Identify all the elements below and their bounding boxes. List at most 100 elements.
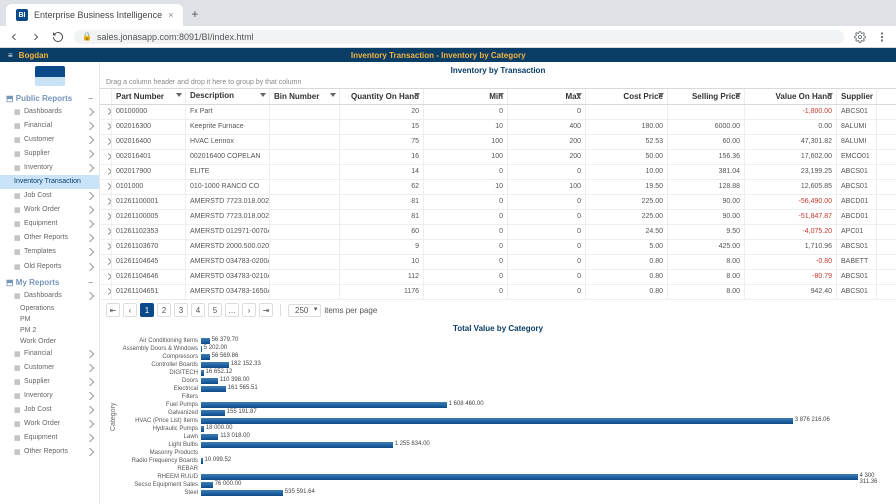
- table-row[interactable]: 01261103670AMERSTD 2000.500.020 CERAMIX …: [100, 240, 896, 255]
- sidebar-item-job-cost-my[interactable]: ▦Job Cost: [0, 403, 99, 417]
- filter-icon[interactable]: [658, 93, 664, 97]
- sidebar-sub-operations[interactable]: Operations: [0, 303, 99, 314]
- table-row[interactable]: 01261104645AMERSTD 034783-0200A BOLT CAP…: [100, 255, 896, 270]
- col-part-number[interactable]: Part Number: [112, 89, 186, 104]
- col-description[interactable]: Description: [186, 89, 270, 104]
- chart-bar[interactable]: Secso Equipment Sales76 000.00: [119, 481, 888, 489]
- expand-icon[interactable]: [100, 210, 112, 224]
- sidebar-sub-pm[interactable]: PM: [0, 314, 99, 325]
- expand-icon[interactable]: [100, 165, 112, 179]
- filter-icon[interactable]: [330, 93, 336, 97]
- chart-bar[interactable]: REBAR: [119, 465, 888, 473]
- sidebar-item-other-reports-my[interactable]: ▦Other Reports: [0, 445, 99, 459]
- col-max[interactable]: Max: [508, 89, 586, 104]
- sidebar-item-work-order-my[interactable]: ▦Work Order: [0, 417, 99, 431]
- sidebar-item-job-cost[interactable]: ▦Job Cost: [0, 189, 99, 203]
- expand-icon[interactable]: [100, 270, 112, 284]
- sidebar-item-equipment[interactable]: ▦Equipment: [0, 217, 99, 231]
- table-row[interactable]: 002016300Keeprite Furnace1510400180.0060…: [100, 120, 896, 135]
- table-row[interactable]: 01261104651AMERSTD 034783-1650A1176000.8…: [100, 285, 896, 300]
- sidebar-item-inventory-transaction[interactable]: Inventory Transaction: [0, 175, 99, 189]
- pager-more[interactable]: …: [225, 303, 239, 317]
- current-user[interactable]: Bogdan: [19, 51, 49, 60]
- sidebar-item-customer-my[interactable]: ▦Customer: [0, 361, 99, 375]
- col-bin-number[interactable]: Bin Number: [270, 89, 340, 104]
- sidebar-item-equipment-my[interactable]: ▦Equipment: [0, 431, 99, 445]
- expand-icon[interactable]: [100, 150, 112, 164]
- table-row[interactable]: 00100000Fx Part2000-1,800.00ABCS01: [100, 105, 896, 120]
- pager-page-4[interactable]: 4: [191, 303, 205, 317]
- chart-bar[interactable]: Galvanized155 191.87: [119, 409, 888, 417]
- chart-bar[interactable]: RHEEM RUUD4 300 311.36: [119, 473, 888, 481]
- close-icon[interactable]: ×: [168, 10, 173, 20]
- chart-bar[interactable]: Steel535 591.64: [119, 489, 888, 497]
- filter-icon[interactable]: [827, 93, 833, 97]
- reload-icon[interactable]: [52, 31, 64, 43]
- table-row[interactable]: 01261102353AMERSTD 012971-0070A PLUNGER …: [100, 225, 896, 240]
- pager-first[interactable]: ⇤: [106, 303, 120, 317]
- sidebar-item-dashboards-my[interactable]: ▦Dashboards: [0, 289, 99, 303]
- new-tab-button[interactable]: +: [191, 7, 198, 26]
- pager-prev[interactable]: ‹: [123, 303, 137, 317]
- sidebar-item-supplier[interactable]: ▦Supplier: [0, 147, 99, 161]
- menu-icon[interactable]: [876, 31, 888, 43]
- pager-page-3[interactable]: 3: [174, 303, 188, 317]
- hamburger-icon[interactable]: ≡: [8, 51, 13, 60]
- chart-bar[interactable]: Air Conditioning Items56 379.70: [119, 337, 888, 345]
- expand-icon[interactable]: [100, 285, 112, 299]
- settings-icon[interactable]: [854, 31, 866, 43]
- pager-last[interactable]: ⇥: [259, 303, 273, 317]
- expand-icon[interactable]: [100, 225, 112, 239]
- table-row[interactable]: 002016400HVAC Lennox7510020052.5360.0047…: [100, 135, 896, 150]
- sidebar-sub-work-order[interactable]: Work Order: [0, 336, 99, 347]
- sidebar-item-financial-my[interactable]: ▦Financial: [0, 347, 99, 361]
- chart-bar[interactable]: Radio Frequency Boards10 099.52: [119, 457, 888, 465]
- filter-icon[interactable]: [176, 93, 182, 97]
- page-size-select[interactable]: 250: [288, 304, 321, 317]
- table-row[interactable]: 01261100005AMERSTD 7723.018.002 GRID DRA…: [100, 210, 896, 225]
- pager-page-5[interactable]: 5: [208, 303, 222, 317]
- pager-next[interactable]: ›: [242, 303, 256, 317]
- chart-bar[interactable]: Controller Boards182 152.33: [119, 361, 888, 369]
- chart-bar[interactable]: HVAC (Price List) Items3 876 216.06: [119, 417, 888, 425]
- expand-icon[interactable]: [100, 195, 112, 209]
- sidebar-item-customer[interactable]: ▦Customer: [0, 133, 99, 147]
- table-row[interactable]: 002017900ELITE140010.00381.0423,199.25AB…: [100, 165, 896, 180]
- pager-page-2[interactable]: 2: [157, 303, 171, 317]
- sidebar-item-inventory-my[interactable]: ▦Inventory: [0, 389, 99, 403]
- sidebar-item-supplier-my[interactable]: ▦Supplier: [0, 375, 99, 389]
- back-icon[interactable]: [8, 31, 20, 43]
- expand-icon[interactable]: [100, 240, 112, 254]
- sidebar-item-old-reports[interactable]: ▦Old Reports: [0, 260, 99, 274]
- chart-bar[interactable]: Hydraulic Pumps18 000.00: [119, 425, 888, 433]
- chart-bar[interactable]: DIGITECH16 652.12: [119, 369, 888, 377]
- chart-bar[interactable]: Doors110 398.00: [119, 377, 888, 385]
- chart-bar[interactable]: Compressors56 569.86: [119, 353, 888, 361]
- group-drop-zone[interactable]: Drag a column header and drop it here to…: [100, 77, 896, 88]
- chart-bar[interactable]: Filters: [119, 393, 888, 401]
- table-row[interactable]: 0101000010-1000 RANCO CO621010019.50128.…: [100, 180, 896, 195]
- expand-icon[interactable]: [100, 135, 112, 149]
- filter-icon[interactable]: [414, 93, 420, 97]
- chart-bar[interactable]: Electrical161 565.51: [119, 385, 888, 393]
- table-row[interactable]: 01261100001AMERSTD 7723.018.002 GRID DRA…: [100, 195, 896, 210]
- sidebar-item-other-reports[interactable]: ▦Other Reports: [0, 231, 99, 245]
- sidebar-item-templates[interactable]: ▦Templates: [0, 245, 99, 259]
- col-cost-price[interactable]: Cost Price: [586, 89, 668, 104]
- chart-bar[interactable]: Lawn113 018.00: [119, 433, 888, 441]
- forward-icon[interactable]: [30, 31, 42, 43]
- chart-bar[interactable]: Masonry Products: [119, 449, 888, 457]
- table-row[interactable]: 002016401002016400 COPELAN1610020050.001…: [100, 150, 896, 165]
- col-qty-on-hand[interactable]: Quantity On Hand: [340, 89, 424, 104]
- sidebar-sub-pm-2[interactable]: PM 2: [0, 325, 99, 336]
- col-selling-price[interactable]: Selling Price: [668, 89, 745, 104]
- chart-bar[interactable]: Fuel Pumps1 608 460.00: [119, 401, 888, 409]
- sidebar-item-financial[interactable]: ▦Financial: [0, 119, 99, 133]
- filter-icon[interactable]: [498, 93, 504, 97]
- expand-icon[interactable]: [100, 180, 112, 194]
- filter-icon[interactable]: [260, 93, 266, 97]
- address-bar[interactable]: 🔒 sales.jonasapp.com:8091/BI/index.html: [74, 30, 844, 44]
- browser-tab[interactable]: BI Enterprise Business Intelligence ×: [6, 4, 183, 26]
- expand-icon[interactable]: [100, 105, 112, 119]
- col-value-on-hand[interactable]: Value On Hand: [745, 89, 837, 104]
